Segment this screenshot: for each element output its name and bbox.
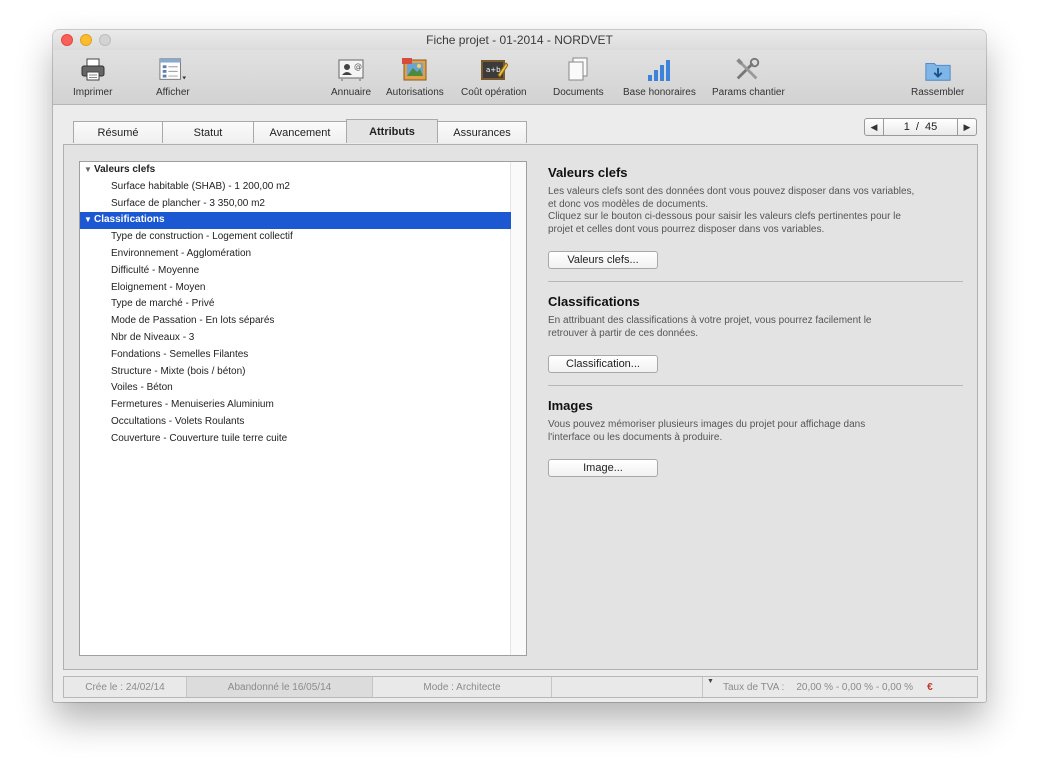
abandoned-date: Abandonné le 16/05/14 <box>187 677 373 697</box>
svg-text:@: @ <box>354 62 362 71</box>
tva-field[interactable]: ▼ Taux de TVA : 20,00 % - 0,00 % - 0,00 … <box>703 677 977 697</box>
section-title: Classifications <box>548 294 640 309</box>
tab-statut[interactable]: Statut <box>162 121 254 143</box>
display-button[interactable]: Afficher <box>156 56 190 102</box>
tree-group-classifications[interactable]: ▼ Classifications <box>80 212 511 230</box>
tree-item[interactable]: Nbr de Niveaux - 3 <box>80 330 526 347</box>
valeurs-clefs-button[interactable]: Valeurs clefs... <box>548 251 658 269</box>
params-chantier-button[interactable]: Params chantier <box>712 56 785 102</box>
tree-group-valeurs-clefs[interactable]: ▼ Valeurs clefs <box>80 162 526 179</box>
display-list-icon <box>159 56 187 84</box>
section-divider <box>548 385 963 386</box>
disclosure-triangle-icon[interactable]: ▼ <box>84 212 94 229</box>
tab-resume[interactable]: Résumé <box>73 121 163 143</box>
previous-record-button[interactable]: ◀ <box>865 122 883 133</box>
attributes-help-panel: Valeurs clefs Les valeurs clefs sont des… <box>548 165 963 477</box>
currency-icon: € <box>927 681 933 693</box>
annuaire-button[interactable]: @ Annuaire <box>331 56 371 102</box>
attributs-panel: ▼ Valeurs clefs Surface habitable (SHAB) … <box>63 144 978 670</box>
section-description: Vous pouvez mémoriser plusieurs images d… <box>548 419 866 443</box>
documents-button[interactable]: Documents <box>553 56 604 102</box>
section-classifications: Classifications En attribuant des classi… <box>548 294 963 373</box>
tab-bar: Résumé Statut Avancement Attributs Assur… <box>73 119 527 143</box>
tree-item[interactable]: Mode de Passation - En lots séparés <box>80 313 526 330</box>
section-valeurs-clefs: Valeurs clefs Les valeurs clefs sont des… <box>548 165 963 269</box>
status-empty-cell <box>552 677 703 697</box>
zoom-window-button[interactable] <box>99 34 111 46</box>
tree-item[interactable]: Fondations - Semelles Filantes <box>80 347 526 364</box>
rassembler-button[interactable]: Rassembler <box>911 56 964 102</box>
tab-avancement[interactable]: Avancement <box>253 121 347 143</box>
total-records: 45 <box>924 121 938 133</box>
tree-item[interactable]: Surface de plancher - 3 350,00 m2 <box>80 196 526 213</box>
tree-item[interactable]: Environnement - Agglomération <box>80 246 526 263</box>
tab-attributs[interactable]: Attributs <box>346 119 438 143</box>
classification-button[interactable]: Classification... <box>548 355 658 373</box>
pager-separator: / <box>915 121 919 133</box>
autorisations-button[interactable]: Autorisations <box>386 56 444 102</box>
tree-item[interactable]: Couverture - Couverture tuile terre cuit… <box>80 431 526 448</box>
tree-item[interactable]: Occultations - Volets Roulants <box>80 414 526 431</box>
attributes-tree[interactable]: ▼ Valeurs clefs Surface habitable (SHAB) … <box>79 161 527 656</box>
tva-value: 20,00 % - 0,00 % - 0,00 % <box>796 681 914 693</box>
window-title: Fiche projet - 01-2014 - NORDVET <box>426 33 613 47</box>
section-divider <box>548 281 963 282</box>
toolbar: Imprimer Afficher @ Annuaire Autorisatio… <box>53 50 986 105</box>
tree-item[interactable]: Type de marché - Privé <box>80 296 526 313</box>
project-window: Fiche projet - 01-2014 - NORDVET Imprime… <box>53 30 986 702</box>
tree-item[interactable]: Difficulté - Moyenne <box>80 263 526 280</box>
created-date: Crée le : 24/02/14 <box>64 677 187 697</box>
status-bar: Crée le : 24/02/14 Abandonné le 16/05/14… <box>63 676 978 698</box>
base-honoraires-button[interactable]: Base honoraires <box>623 56 696 102</box>
permits-icon <box>401 56 429 84</box>
documents-icon <box>564 56 592 84</box>
tree-item[interactable]: Type de construction - Logement collecti… <box>80 229 526 246</box>
mode-label: Mode : Architecte <box>373 677 552 697</box>
print-button[interactable]: Imprimer <box>73 56 112 102</box>
title-bar: Fiche projet - 01-2014 - NORDVET <box>53 30 986 50</box>
address-book-icon: @ <box>337 56 365 84</box>
tree-item[interactable]: Voiles - Béton <box>80 380 526 397</box>
tree-item[interactable]: Surface habitable (SHAB) - 1 200,00 m2 <box>80 179 526 196</box>
tva-dropdown-icon[interactable]: ▼ <box>707 678 714 685</box>
next-record-button[interactable]: ▶ <box>958 122 976 133</box>
close-window-button[interactable] <box>61 34 73 46</box>
tree-item[interactable]: Structure - Mixte (bois / béton) <box>80 364 526 381</box>
section-description: Les valeurs clefs sont des données dont … <box>548 186 915 235</box>
record-pager: ◀ 1 / 45 ▶ <box>864 118 977 136</box>
bar-chart-icon <box>645 56 673 84</box>
folder-download-icon <box>924 56 952 84</box>
tva-label: Taux de TVA : <box>723 681 785 693</box>
section-description: En attribuant des classifications à votr… <box>548 315 872 339</box>
printer-icon <box>79 56 107 84</box>
section-title: Valeurs clefs <box>548 165 628 180</box>
minimize-window-button[interactable] <box>80 34 92 46</box>
cout-operation-button[interactable]: a+b Coût opération <box>461 56 527 102</box>
tree-item[interactable]: Eloignement - Moyen <box>80 280 526 297</box>
section-title: Images <box>548 398 593 413</box>
section-images: Images Vous pouvez mémoriser plusieurs i… <box>548 398 963 477</box>
tab-assurances[interactable]: Assurances <box>437 121 527 143</box>
tools-icon <box>734 56 762 84</box>
image-button[interactable]: Image... <box>548 459 658 477</box>
tree-item[interactable]: Fermetures - Menuiseries Aluminium <box>80 397 526 414</box>
chalkboard-pencil-icon: a+b <box>480 56 508 84</box>
disclosure-triangle-icon[interactable]: ▼ <box>84 162 94 179</box>
current-record[interactable]: 1 <box>904 121 910 133</box>
